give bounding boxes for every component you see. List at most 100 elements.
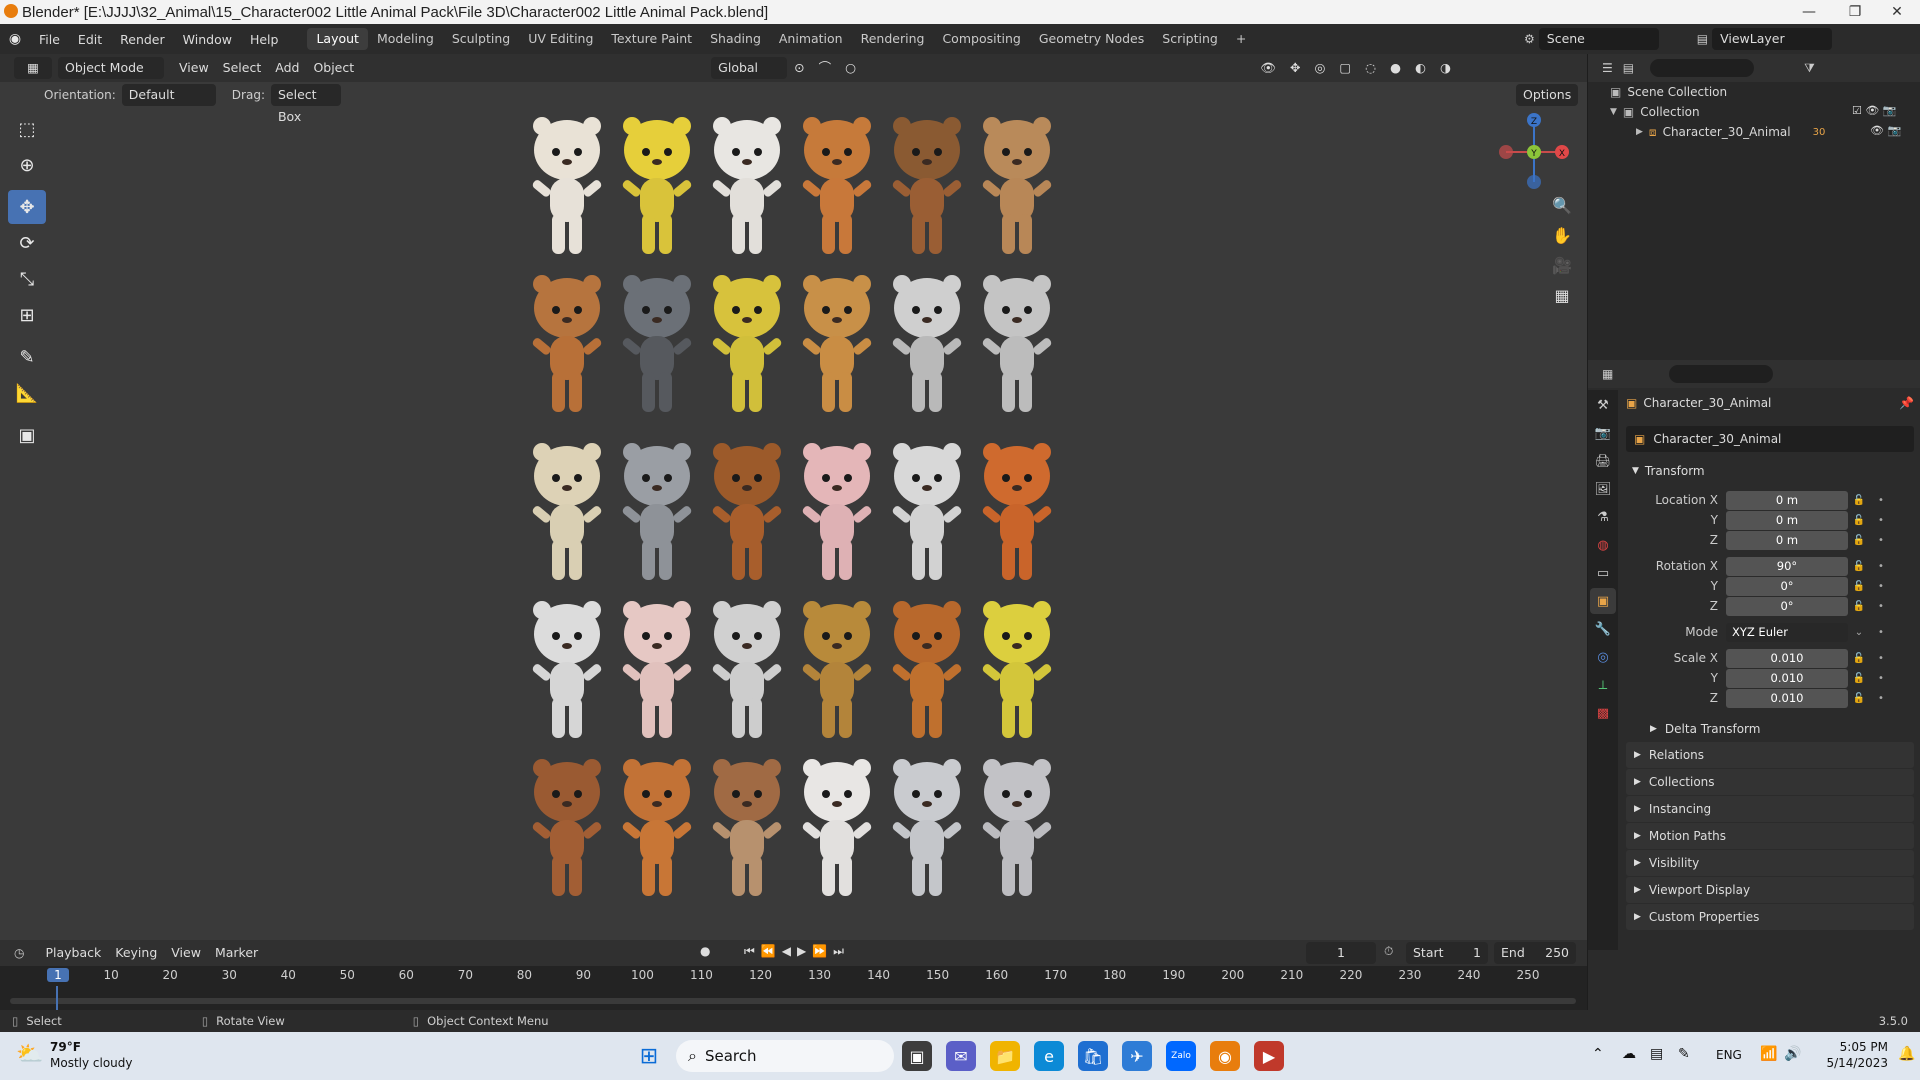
timeline-tick[interactable]: 210 bbox=[1272, 968, 1312, 982]
menu-keying[interactable]: Keying bbox=[108, 942, 164, 964]
snap-icon[interactable]: ⌒ bbox=[812, 57, 839, 79]
view-layer-tab-icon[interactable]: 🖼 bbox=[1590, 476, 1616, 502]
animal-model-reindeer[interactable] bbox=[790, 594, 884, 744]
menu-file[interactable]: File bbox=[30, 32, 69, 47]
object-expand-icon[interactable]: ▶ bbox=[1636, 127, 1643, 137]
animal-model-raccoon-white[interactable] bbox=[880, 268, 974, 418]
menu-playback[interactable]: Playback bbox=[38, 942, 108, 964]
animal-model-rabbit[interactable] bbox=[880, 436, 974, 586]
animal-model-mouse[interactable] bbox=[970, 268, 1064, 418]
shading-rendered-icon[interactable]: ◑ bbox=[1433, 57, 1458, 79]
menu-edit[interactable]: Edit bbox=[69, 32, 111, 47]
tab-animation[interactable]: Animation bbox=[770, 28, 852, 50]
menu-render[interactable]: Render bbox=[111, 32, 174, 47]
animal-model-piglet[interactable] bbox=[610, 594, 704, 744]
keyframe-dot-icon[interactable]: • bbox=[1870, 495, 1892, 506]
wifi-icon[interactable]: 📶 bbox=[1760, 1046, 1777, 1062]
animal-model-zebra[interactable] bbox=[700, 594, 794, 744]
properties-search-input[interactable] bbox=[1669, 365, 1774, 383]
tab-compositing[interactable]: Compositing bbox=[933, 28, 1029, 50]
menu-window[interactable]: Window bbox=[174, 32, 241, 47]
teams-chat-icon[interactable]: ✉ bbox=[946, 1041, 976, 1071]
animal-model-calf[interactable] bbox=[790, 752, 884, 902]
maximize-button[interactable]: ❐ bbox=[1832, 0, 1878, 24]
timeline-tick[interactable]: 70 bbox=[445, 968, 485, 982]
windows-start-icon[interactable]: ⊞ bbox=[634, 1041, 664, 1071]
tray-app-icon[interactable]: ▤ bbox=[1650, 1046, 1663, 1062]
cursor-icon[interactable]: ⊕ bbox=[8, 148, 46, 182]
blender-menu-icon[interactable]: ◉ bbox=[0, 31, 30, 47]
animal-model-chick[interactable] bbox=[610, 110, 704, 260]
timeline-tick[interactable]: 60 bbox=[386, 968, 426, 982]
tab-sculpting[interactable]: Sculpting bbox=[443, 28, 519, 50]
timeline-tick[interactable]: 50 bbox=[327, 968, 367, 982]
gizmo-neg-z-axis[interactable] bbox=[1527, 175, 1541, 189]
keyframe-dot-icon[interactable]: • bbox=[1870, 673, 1892, 684]
weather-description[interactable]: Mostly cloudy bbox=[50, 1056, 133, 1070]
delta-transform-header[interactable]: ▶ Delta Transform bbox=[1626, 716, 1914, 742]
zoom-icon[interactable]: 🔍 bbox=[1548, 196, 1576, 226]
timeline-tick[interactable]: 200 bbox=[1213, 968, 1253, 982]
lock-icon[interactable]: 🔓 bbox=[1848, 581, 1870, 592]
close-button[interactable]: ✕ bbox=[1874, 0, 1920, 24]
playback-controls[interactable]: ⏮⏪◀▶⏩⏭ bbox=[744, 944, 850, 959]
timeline-tick[interactable]: 170 bbox=[1036, 968, 1076, 982]
camera-icon[interactable]: 🎥 bbox=[1548, 256, 1576, 286]
motion-paths-section[interactable]: ▶ Motion Paths bbox=[1626, 823, 1914, 849]
delta-expand-icon[interactable]: ▶ bbox=[1650, 724, 1657, 734]
object-mode-select[interactable]: Object Mode bbox=[58, 57, 164, 79]
timeline-editor-icon[interactable]: ◷ bbox=[14, 946, 24, 960]
record-icon[interactable]: ● bbox=[700, 944, 710, 958]
file-explorer-icon[interactable]: 📁 bbox=[990, 1041, 1020, 1071]
timeline-tick[interactable]: 110 bbox=[681, 968, 721, 982]
tab-layout[interactable]: Layout bbox=[307, 28, 368, 50]
clock-icon[interactable]: ⏱ bbox=[1384, 944, 1393, 959]
outliner-object-label[interactable]: Character_30_Animal bbox=[1663, 125, 1791, 139]
animal-model-kitten[interactable] bbox=[970, 752, 1064, 902]
collection-expand-icon[interactable]: ▼ bbox=[1610, 107, 1617, 117]
timeline-tick[interactable]: 180 bbox=[1095, 968, 1135, 982]
keyframe-dot-icon[interactable]: • bbox=[1870, 627, 1892, 638]
editor-type-icon[interactable]: ▦ bbox=[14, 57, 52, 79]
shading-wire-icon[interactable]: ◌ bbox=[1358, 57, 1383, 79]
menu-marker[interactable]: Marker bbox=[208, 942, 265, 964]
timeline-tick[interactable]: 160 bbox=[977, 968, 1017, 982]
add-workspace-button[interactable]: + bbox=[1227, 28, 1255, 50]
object-visibility-icon[interactable]: 👁 📷 bbox=[1870, 124, 1901, 137]
location-x-field[interactable]: 0 m bbox=[1726, 490, 1848, 510]
timeline-tick[interactable]: 140 bbox=[859, 968, 899, 982]
weather-temperature[interactable]: 79°F bbox=[50, 1040, 81, 1054]
timeline-scrollbar[interactable] bbox=[10, 998, 1576, 1004]
animal-model-wolf[interactable] bbox=[610, 752, 704, 902]
navigation-gizmo[interactable]: Z Y X bbox=[1486, 110, 1586, 194]
weather-icon[interactable]: ⛅ bbox=[16, 1042, 43, 1067]
options-button[interactable]: Options bbox=[1516, 84, 1579, 106]
menu-help[interactable]: Help bbox=[241, 32, 288, 47]
texture-tab-icon[interactable]: ▩ bbox=[1590, 700, 1616, 726]
animal-model-elephant[interactable] bbox=[880, 752, 974, 902]
viewlayer-field[interactable]: ViewLayer bbox=[1712, 28, 1833, 50]
animal-model-red-fox[interactable] bbox=[970, 436, 1064, 586]
task-view-icon[interactable]: ▣ bbox=[902, 1041, 932, 1071]
tab-scripting[interactable]: Scripting bbox=[1153, 28, 1227, 50]
taskbar-search-box[interactable]: ⌕ Search bbox=[676, 1040, 894, 1072]
scale-y-field[interactable]: 0.010 bbox=[1726, 668, 1848, 688]
viewport-display-section[interactable]: ▶ Viewport Display bbox=[1626, 877, 1914, 903]
lock-icon[interactable]: 🔓 bbox=[1848, 495, 1870, 506]
scene-collection-label[interactable]: Scene Collection bbox=[1627, 85, 1727, 99]
tool-tab-icon[interactable]: ⚒ bbox=[1590, 392, 1616, 418]
collection-checkbox[interactable]: ☑ 👁 📷 bbox=[1852, 104, 1897, 117]
animal-model-raccoon[interactable] bbox=[610, 436, 704, 586]
animal-model-tiger[interactable] bbox=[970, 594, 1064, 744]
lock-icon[interactable]: 🔓 bbox=[1848, 653, 1870, 664]
volume-icon[interactable]: 🔊 bbox=[1784, 1046, 1801, 1062]
animal-model-ape[interactable] bbox=[520, 752, 614, 902]
lock-icon[interactable]: 🔓 bbox=[1848, 601, 1870, 612]
rotation-y-field[interactable]: 0° bbox=[1726, 576, 1848, 596]
overlay-icon[interactable]: ◎ bbox=[1307, 57, 1332, 79]
keyframe-dot-icon[interactable]: • bbox=[1870, 693, 1892, 704]
pin-icon[interactable]: 📌 bbox=[1899, 396, 1914, 410]
timeline-ruler[interactable]: 1 10 20 30 40 50 60 70 80 90 100 110 120 130 140 150 160… bbox=[0, 966, 1587, 1016]
animal-model-dog[interactable] bbox=[970, 110, 1064, 260]
move-icon[interactable]: ✥ bbox=[8, 190, 46, 224]
